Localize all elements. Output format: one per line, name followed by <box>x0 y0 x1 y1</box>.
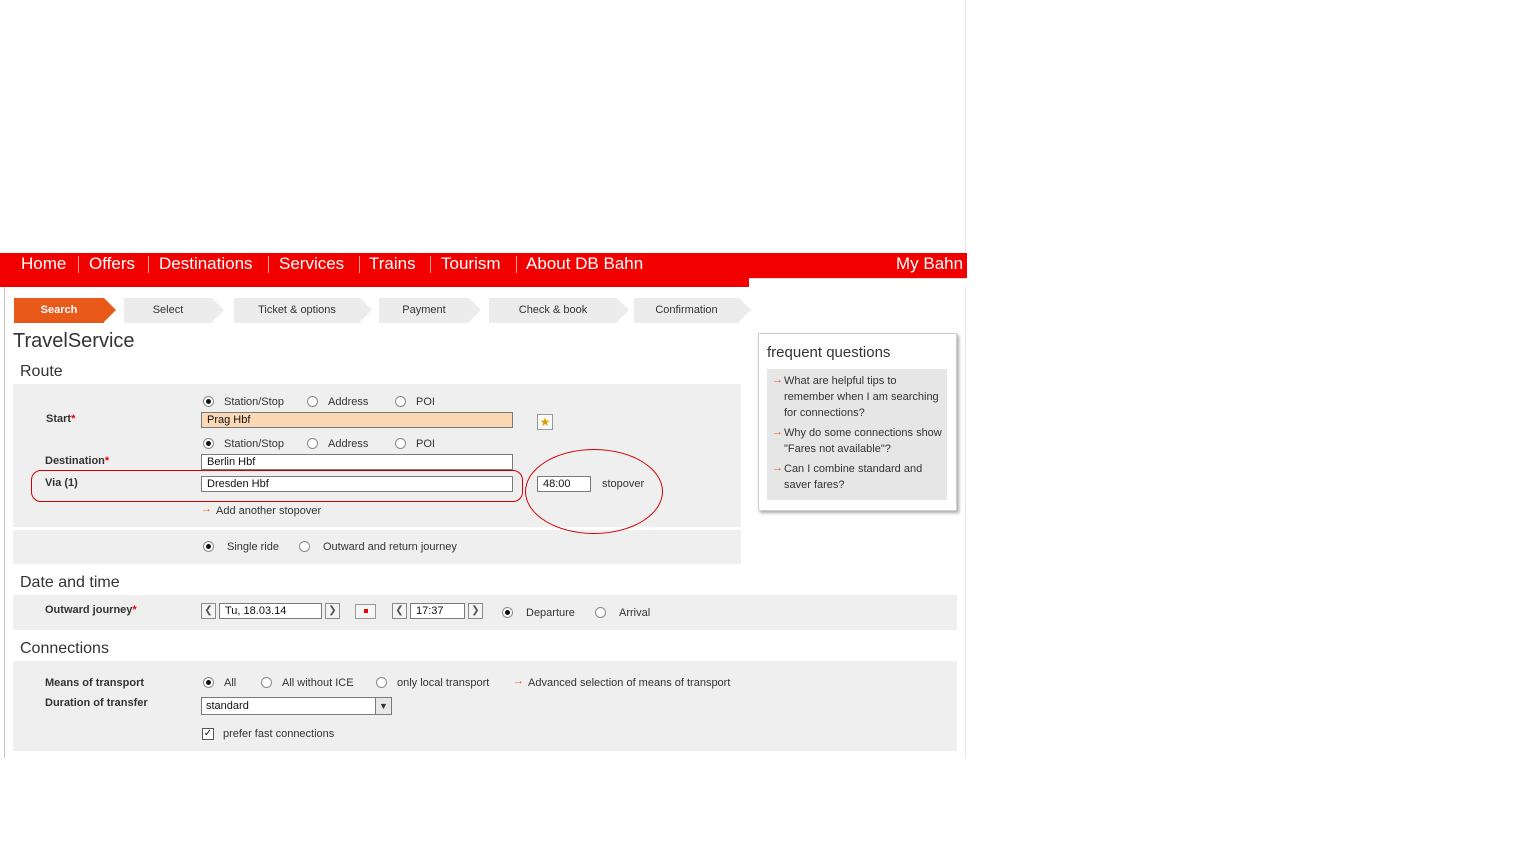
nav-tourism[interactable]: Tourism <box>431 253 511 278</box>
dest-type-station-label: Station/Stop <box>224 438 284 450</box>
arrow-right-icon: → <box>772 374 783 386</box>
start-type-station-radio[interactable] <box>203 396 214 407</box>
step-select: Select <box>124 298 224 323</box>
start-type-station-label: Station/Stop <box>224 396 284 408</box>
faq-list: → What are helpful tips to remember when… <box>767 369 947 500</box>
date-input[interactable]: Tu, 18.03.14 <box>219 603 322 619</box>
nav-home[interactable]: Home <box>11 253 76 278</box>
faq-title: frequent questions <box>767 344 891 361</box>
page-title: TravelService <box>13 330 135 352</box>
page-right-border <box>965 0 966 758</box>
faq-item[interactable]: What are helpful tips to remember when I… <box>784 373 944 421</box>
step-ticket-options: Ticket & options <box>234 298 372 323</box>
next-date-icon[interactable]: ❯ <box>325 603 340 619</box>
transport-all-radio[interactable] <box>203 677 214 688</box>
time-input[interactable]: 17:37 <box>410 603 465 619</box>
advanced-transport-link[interactable]: Advanced selection of means of transport <box>528 677 730 689</box>
arrow-right-icon: → <box>201 503 212 515</box>
start-type-address-radio[interactable] <box>307 396 318 407</box>
nav-my-bahn[interactable]: My Bahn <box>886 253 963 278</box>
chevron-down-icon[interactable]: ▼ <box>375 698 391 714</box>
next-time-icon[interactable]: ❯ <box>468 603 483 619</box>
faq-item[interactable]: Why do some connections show "Fares not … <box>784 425 944 457</box>
transport-no-ice-label: All without ICE <box>282 677 354 689</box>
single-ride-radio[interactable] <box>203 541 214 552</box>
nav-bar-gap <box>749 278 967 287</box>
start-type-poi-label: POI <box>416 396 435 408</box>
transport-local-radio[interactable] <box>376 677 387 688</box>
prev-date-icon[interactable]: ❮ <box>201 603 216 619</box>
arrow-right-icon: → <box>513 675 524 687</box>
dest-type-poi-radio[interactable] <box>395 438 406 449</box>
dest-type-address-label: Address <box>328 438 369 450</box>
nav-destinations[interactable]: Destinations <box>149 253 263 278</box>
prev-time-icon[interactable]: ❮ <box>392 603 407 619</box>
nav-bar-underline <box>0 278 749 287</box>
arrow-right-icon: → <box>772 426 783 438</box>
departure-label: Departure <box>526 607 575 619</box>
start-type-poi-radio[interactable] <box>395 396 406 407</box>
start-type-address-label: Address <box>328 396 369 408</box>
transport-no-ice-radio[interactable] <box>261 677 272 688</box>
step-check-book: Check & book <box>489 298 629 323</box>
transfer-duration-select[interactable]: standard ▼ <box>201 697 392 715</box>
connections-panel <box>13 661 957 751</box>
page-left-border <box>4 287 5 758</box>
start-label: Start* <box>46 413 76 425</box>
prefer-fast-label: prefer fast connections <box>223 728 335 740</box>
single-ride-label: Single ride <box>227 541 279 553</box>
return-journey-radio[interactable] <box>299 541 310 552</box>
nav-services[interactable]: Services <box>269 253 354 278</box>
dest-type-address-radio[interactable] <box>307 438 318 449</box>
datetime-panel <box>13 595 957 630</box>
arrival-radio[interactable] <box>595 607 606 618</box>
start-input[interactable]: Prag Hbf <box>201 412 513 428</box>
step-payment: Payment <box>379 298 481 323</box>
step-confirmation: Confirmation <box>634 298 751 323</box>
star-icon[interactable]: ★ <box>537 414 553 430</box>
transport-local-label: only local transport <box>397 677 490 689</box>
prefer-fast-checkbox[interactable]: ✓ <box>202 728 214 740</box>
nav-offers[interactable]: Offers <box>79 253 145 278</box>
arrival-label: Arrival <box>619 607 651 619</box>
transfer-duration-value: standard <box>206 700 249 712</box>
outward-journey-label: Outward journey* <box>45 604 137 616</box>
return-journey-label: Outward and return journey <box>323 541 457 553</box>
transport-all-label: All <box>224 677 237 689</box>
route-heading: Route <box>20 363 63 380</box>
nav-about[interactable]: About DB Bahn <box>516 253 653 278</box>
datetime-heading: Date and time <box>20 574 120 591</box>
calendar-icon[interactable] <box>355 604 376 619</box>
via-highlight-annotation <box>31 470 523 502</box>
departure-radio[interactable] <box>502 607 513 618</box>
add-stopover-link[interactable]: Add another stopover <box>216 505 321 517</box>
dest-type-station-radio[interactable] <box>203 438 214 449</box>
nav-trains[interactable]: Trains <box>359 253 426 278</box>
faq-item[interactable]: Can I combine standard and saver fares? <box>784 461 944 493</box>
stopover-highlight-annotation <box>525 449 663 534</box>
destination-label: Destination* <box>45 455 110 467</box>
destination-input[interactable]: Berlin Hbf <box>201 454 513 470</box>
arrow-right-icon: → <box>772 462 783 474</box>
means-of-transport-label: Means of transport <box>45 677 145 689</box>
dest-type-poi-label: POI <box>416 438 435 450</box>
step-search: Search <box>14 298 116 323</box>
faq-box: frequent questions → What are helpful ti… <box>758 333 957 511</box>
connections-heading: Connections <box>20 640 109 657</box>
duration-transfer-label: Duration of transfer <box>45 697 148 709</box>
